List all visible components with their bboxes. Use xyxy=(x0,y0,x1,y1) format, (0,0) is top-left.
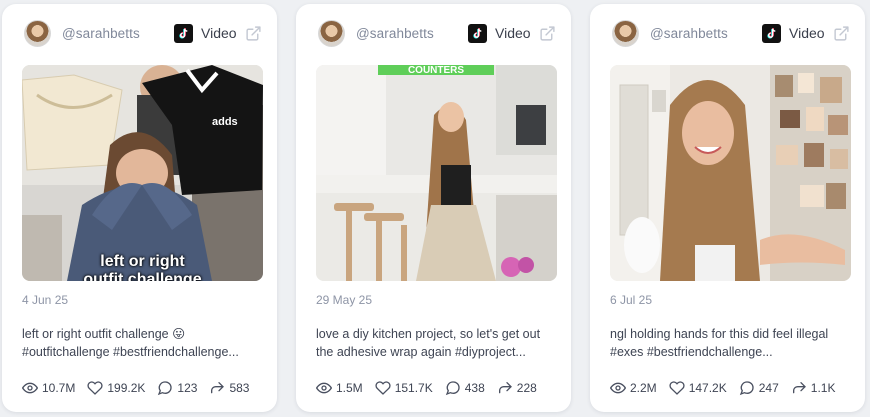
likes-stat: 147.2K xyxy=(669,380,727,396)
avatar[interactable] xyxy=(612,20,639,47)
share-icon xyxy=(498,382,512,394)
shares-stat: 583 xyxy=(209,380,249,396)
comments-stat: 247 xyxy=(739,380,779,396)
post-date: 4 Jun 25 xyxy=(22,293,69,307)
platform-label: Video xyxy=(789,25,825,41)
comments-count: 247 xyxy=(758,381,779,395)
overlay-banner: COUNTERS xyxy=(408,65,464,76)
share-icon xyxy=(792,382,806,394)
post-description-line: #outfitchallenge #bestfriendchallenge... xyxy=(22,345,239,359)
overlay-caption-line: left or right xyxy=(100,253,185,270)
shares-count: 1.1K xyxy=(810,381,836,395)
engagement-stats: 2.2M 147.2K 247 1.1K xyxy=(610,379,847,397)
comments-count: 438 xyxy=(464,381,485,395)
external-link-icon[interactable] xyxy=(539,25,556,42)
engagement-stats: 10.7M 199.2K 123 583 xyxy=(22,379,261,397)
comment-icon xyxy=(158,381,173,396)
likes-count: 147.2K xyxy=(688,381,727,395)
platform-label: Video xyxy=(495,25,531,41)
video-thumbnail[interactable]: COUNTERS xyxy=(316,65,557,281)
post-card[interactable]: @sarahbetts Video adds left or right out… xyxy=(2,4,277,412)
card-header: @sarahbetts Video xyxy=(296,18,571,54)
views-stat: 2.2M xyxy=(610,380,657,396)
post-description-line: the adhesive wrap again #diyproject... xyxy=(316,345,526,359)
tiktok-logo-icon xyxy=(468,24,487,43)
eye-icon xyxy=(22,382,38,394)
video-thumbnail[interactable]: adds left or right outfit challenge xyxy=(22,65,263,281)
video-caption-overlay: left or right outfit challenge xyxy=(22,253,263,281)
card-header: @sarahbetts Video xyxy=(2,18,277,54)
heart-icon xyxy=(375,381,391,395)
video-thumbnail[interactable] xyxy=(610,65,851,281)
comments-stat: 438 xyxy=(445,380,485,396)
views-count: 1.5M xyxy=(336,381,363,395)
shares-count: 583 xyxy=(229,381,250,395)
avatar[interactable] xyxy=(318,20,345,47)
comment-icon xyxy=(739,381,754,396)
likes-count: 199.2K xyxy=(107,381,146,395)
post-description: ngl holding hands for this did feel ille… xyxy=(610,325,850,361)
shares-count: 228 xyxy=(516,381,537,395)
share-icon xyxy=(211,382,225,394)
views-count: 10.7M xyxy=(42,381,76,395)
avatar[interactable] xyxy=(24,20,51,47)
heart-icon xyxy=(87,381,103,395)
post-card[interactable]: @sarahbetts Video xyxy=(590,4,865,412)
views-stat: 10.7M xyxy=(22,380,75,396)
shares-stat: 228 xyxy=(497,380,537,396)
account-handle[interactable]: @sarahbetts xyxy=(62,26,140,41)
card-header: @sarahbetts Video xyxy=(590,18,865,54)
engagement-stats: 1.5M 151.7K 438 228 xyxy=(316,379,549,397)
svg-text:adds: adds xyxy=(212,116,238,128)
shares-stat: 1.1K xyxy=(791,380,836,396)
views-count: 2.2M xyxy=(630,381,657,395)
comments-count: 123 xyxy=(177,381,198,395)
post-description-line: left or right outfit challenge 😛 xyxy=(22,327,186,341)
post-card[interactable]: @sarahbetts Video xyxy=(296,4,571,412)
likes-stat: 151.7K xyxy=(375,380,433,396)
post-description-line: #exes #bestfriendchallenge... xyxy=(610,345,773,359)
platform-label: Video xyxy=(201,25,237,41)
external-link-icon[interactable] xyxy=(245,25,262,42)
post-date: 29 May 25 xyxy=(316,293,373,307)
likes-count: 151.7K xyxy=(394,381,433,395)
eye-icon xyxy=(316,382,332,394)
overlay-caption-line: outfit challenge xyxy=(83,271,202,281)
tiktok-logo-icon xyxy=(762,24,781,43)
account-handle[interactable]: @sarahbetts xyxy=(356,26,434,41)
external-link-icon[interactable] xyxy=(833,25,850,42)
tiktok-logo-icon xyxy=(174,24,193,43)
views-stat: 1.5M xyxy=(316,380,363,396)
post-date: 6 Jul 25 xyxy=(610,293,653,307)
post-description-line: ngl holding hands for this did feel ille… xyxy=(610,327,829,341)
likes-stat: 199.2K xyxy=(87,380,145,396)
post-description: love a diy kitchen project, so let's get… xyxy=(316,325,556,361)
post-description: left or right outfit challenge 😛 #outfit… xyxy=(22,325,262,361)
comments-stat: 123 xyxy=(157,380,197,396)
account-handle[interactable]: @sarahbetts xyxy=(650,26,728,41)
post-description-line: love a diy kitchen project, so let's get… xyxy=(316,327,541,341)
heart-icon xyxy=(669,381,685,395)
eye-icon xyxy=(610,382,626,394)
comment-icon xyxy=(445,381,460,396)
